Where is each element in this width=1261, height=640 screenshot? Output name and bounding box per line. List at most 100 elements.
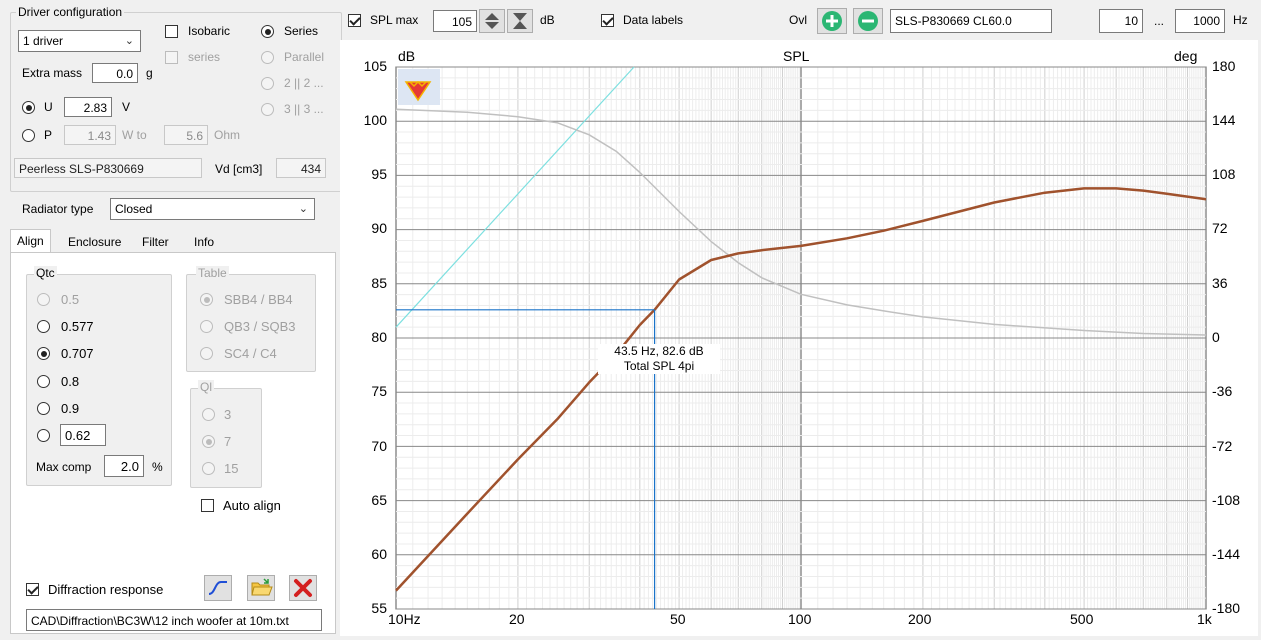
- table-radio-1[interactable]: [200, 320, 213, 333]
- spl-max-label: SPL max: [370, 13, 419, 27]
- spl-range-button[interactable]: [507, 9, 533, 33]
- u-label: U: [44, 100, 53, 114]
- qtc-radio-2[interactable]: [37, 347, 50, 360]
- tab-info[interactable]: Info: [188, 231, 220, 253]
- isobaric-label: Isobaric: [188, 24, 231, 38]
- qtc-radio-3[interactable]: [37, 375, 50, 388]
- driver-count-select[interactable]: 1 driver ⌄: [18, 30, 141, 52]
- y-right-tick-label: 180: [1212, 58, 1236, 74]
- qtc-radio-4[interactable]: [37, 402, 50, 415]
- y-right-tick-label: 144: [1212, 112, 1236, 128]
- up-down-arrows-icon: [485, 13, 499, 29]
- y-right-tick-label: 0: [1212, 329, 1220, 345]
- driver-name-field: Peerless SLS-P830669: [14, 158, 202, 178]
- delete-button[interactable]: [289, 575, 317, 601]
- radiator-type-select[interactable]: Closed ⌄: [110, 198, 315, 220]
- y-right-tick-label: 36: [1212, 275, 1228, 291]
- table-radio-0[interactable]: [200, 293, 213, 306]
- ql-option-label: 15: [224, 461, 239, 476]
- isobaric-checkbox[interactable]: [165, 25, 178, 38]
- power-unit: W to: [122, 128, 147, 142]
- extra-mass-label: Extra mass: [22, 66, 83, 80]
- x-tick-label: 100: [788, 611, 812, 627]
- y-tick-label: 80: [371, 329, 387, 345]
- max-comp-unit: %: [152, 460, 163, 474]
- tab-align[interactable]: Align: [10, 229, 51, 253]
- close-icon: [294, 579, 312, 597]
- freq-max-input[interactable]: 1000: [1175, 9, 1225, 33]
- p-radio[interactable]: [22, 129, 35, 142]
- qtc-radio-0[interactable]: [37, 293, 50, 306]
- p-label: P: [44, 128, 53, 142]
- tab-filter[interactable]: Filter: [136, 231, 175, 253]
- add-overlay-button[interactable]: [817, 8, 847, 34]
- folder-open-icon: [251, 578, 273, 596]
- x-tick-label: 500: [1070, 611, 1094, 627]
- data-label-value: 43.5 Hz, 82.6 dB: [614, 344, 704, 358]
- parallel-radio-label: Parallel: [284, 50, 325, 64]
- series-checkbox[interactable]: [165, 51, 178, 64]
- chevron-down-icon: ⌄: [298, 203, 308, 215]
- qtc-option-label: 0.707: [61, 346, 94, 361]
- freq-min-input[interactable]: 10: [1099, 9, 1143, 33]
- table-radio-2[interactable]: [200, 347, 213, 360]
- x-tick-label: 20: [509, 611, 525, 627]
- x-tick-label: 50: [670, 611, 686, 627]
- impedance-unit: Ohm: [214, 128, 241, 142]
- tab-enclosure[interactable]: Enclosure: [62, 231, 127, 253]
- hourglass-icon: [513, 13, 527, 29]
- y-right-tick-label: -72: [1212, 438, 1233, 454]
- overlay-name-input[interactable]: SLS-P830669 CL60.0: [890, 9, 1052, 33]
- ql-radio-1[interactable]: [202, 435, 215, 448]
- diffraction-checkbox[interactable]: [26, 583, 39, 596]
- two-by-two-radio[interactable]: [261, 77, 274, 90]
- voltage-unit: V: [122, 100, 131, 114]
- data-labels-label: Data labels: [623, 13, 684, 27]
- ql-radio-0[interactable]: [202, 408, 215, 421]
- y-right-tick-label: -36: [1212, 383, 1233, 399]
- max-comp-input[interactable]: 2.0: [104, 455, 144, 477]
- auto-align-checkbox[interactable]: [201, 499, 214, 512]
- ql-option-label: 3: [224, 407, 232, 422]
- two-by-two-label: 2 || 2 ...: [284, 76, 324, 90]
- extra-mass-unit: g: [146, 66, 153, 80]
- y-right-tick-label: -144: [1212, 546, 1241, 562]
- three-by-three-label: 3 || 3 ...: [284, 102, 324, 116]
- qtc-radio-custom[interactable]: [37, 429, 50, 442]
- three-by-three-radio[interactable]: [261, 103, 274, 116]
- qtc-custom-input[interactable]: 0.62: [60, 424, 106, 446]
- y-axis-right-label: deg: [1174, 48, 1198, 64]
- open-file-button[interactable]: [247, 575, 275, 601]
- auto-align-label: Auto align: [223, 498, 281, 513]
- y-tick-label: 60: [371, 546, 387, 562]
- diffraction-curve-button[interactable]: [204, 575, 232, 601]
- qtc-option-label: 0.9: [61, 401, 80, 416]
- extra-mass-input[interactable]: 0.0: [92, 63, 138, 83]
- y-tick-label: 105: [363, 58, 387, 74]
- y-right-tick-label: -108: [1212, 492, 1241, 508]
- u-radio[interactable]: [22, 101, 35, 114]
- y-tick-label: 65: [371, 492, 387, 508]
- vd-label: Vd [cm3]: [215, 162, 263, 176]
- x-tick-label: 200: [908, 611, 932, 627]
- ql-option-label: 7: [224, 434, 232, 449]
- remove-overlay-button[interactable]: [853, 8, 883, 34]
- parallel-radio[interactable]: [261, 51, 274, 64]
- diffraction-file-path[interactable]: CAD\Diffraction\BC3W\12 inch woofer at 1…: [26, 609, 322, 631]
- impedance-input[interactable]: 5.6: [164, 125, 208, 145]
- voltage-input[interactable]: 2.83: [64, 97, 112, 117]
- power-input[interactable]: 1.43: [64, 125, 116, 145]
- y-tick-label: 70: [371, 438, 387, 454]
- ql-radio-2[interactable]: [202, 462, 215, 475]
- table-option-label: QB3 / SQB3: [224, 319, 296, 334]
- spl-max-spin-button[interactable]: [479, 9, 505, 33]
- series-check-label: series: [188, 50, 221, 64]
- spl-max-input[interactable]: 105: [433, 10, 477, 32]
- spl-max-checkbox[interactable]: [348, 14, 361, 27]
- x-tick-label: 1k: [1197, 611, 1212, 627]
- y-tick-label: 75: [371, 383, 387, 399]
- data-labels-checkbox[interactable]: [601, 14, 614, 27]
- radiator-type-value: Closed: [115, 202, 153, 216]
- qtc-radio-1[interactable]: [37, 320, 50, 333]
- series-radio[interactable]: [261, 25, 274, 38]
